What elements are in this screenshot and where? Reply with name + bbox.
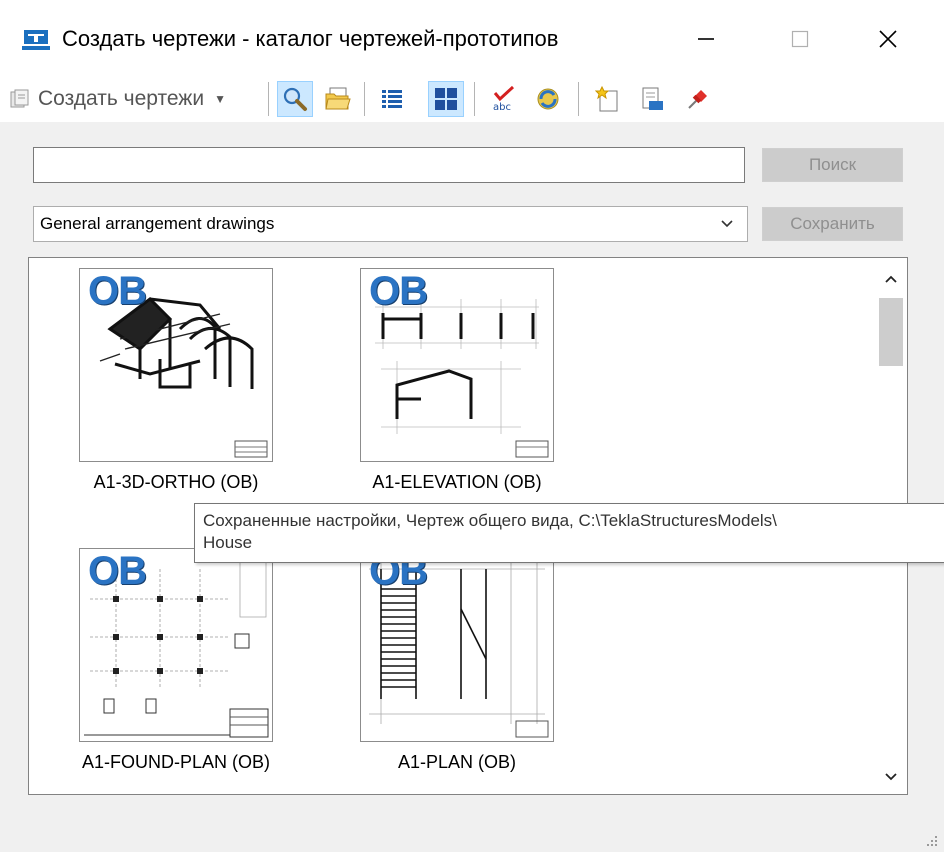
open-folder-button[interactable] — [320, 81, 356, 117]
maximize-icon — [791, 30, 809, 48]
scroll-up-button[interactable] — [875, 268, 907, 292]
close-button[interactable] — [858, 14, 918, 64]
toolbar-separator — [578, 82, 579, 116]
gallery-item-caption: A1-FOUND-PLAN (OB) — [81, 752, 270, 772]
toolbar-separator — [474, 82, 475, 116]
chevron-up-icon — [885, 275, 897, 283]
save-button[interactable]: Сохранить — [762, 207, 903, 241]
close-icon — [879, 30, 897, 48]
chevron-down-icon — [885, 773, 897, 781]
toolbar-separator — [364, 82, 365, 116]
search-input[interactable] — [33, 147, 745, 183]
chevron-down-icon — [721, 220, 733, 228]
create-drawings-label: Создать чертежи — [38, 87, 205, 110]
spellcheck-icon: abc — [493, 85, 515, 113]
refresh-button[interactable] — [530, 81, 566, 117]
tooltip-line: House — [203, 533, 253, 552]
ob-badge: OB — [88, 549, 147, 593]
new-document-button[interactable] — [590, 81, 626, 117]
status-bar — [0, 812, 944, 852]
ob-badge: OB — [88, 269, 147, 313]
thumbnail-view-icon — [435, 88, 457, 110]
create-drawings-dropdown[interactable]: Создать чертежи ▼ — [10, 84, 226, 114]
pin-button[interactable] — [680, 81, 716, 117]
svg-text:abc: abc — [493, 102, 511, 113]
thumbnail-view-button[interactable] — [428, 81, 464, 117]
pin-icon — [688, 90, 707, 109]
toolbar: Создать чертежи ▼ abc — [0, 76, 944, 122]
maximize-button[interactable] — [770, 14, 830, 64]
gallery-item-thumbnail[interactable]: OB — [360, 268, 554, 462]
minimize-button[interactable] — [676, 14, 736, 64]
ob-badge: OB — [369, 269, 428, 313]
tooltip-line: Сохраненные настройки, Чертеж общего вид… — [203, 511, 777, 530]
gallery-item-thumbnail[interactable]: OB — [79, 268, 273, 462]
resize-grip-icon[interactable] — [924, 834, 938, 848]
scroll-down-button[interactable] — [875, 764, 907, 788]
refresh-icon — [537, 88, 559, 110]
gallery-item-caption: A1-PLAN (OB) — [397, 752, 517, 772]
create-drawings-icon — [10, 89, 29, 108]
tekla-drawing-icon — [22, 30, 50, 50]
export-icon — [642, 87, 663, 110]
dropdown-caret-icon: ▼ — [214, 92, 226, 106]
window-title: Создать чертежи - каталог чертежей-прото… — [62, 26, 559, 51]
gallery-item-caption: A1-ELEVATION (OB) — [372, 472, 542, 492]
new-document-icon — [595, 85, 618, 112]
create-drawings-window: Создать чертежи - каталог чертежей-прото… — [0, 0, 944, 852]
gallery-item-thumbnail[interactable]: OB — [360, 548, 554, 742]
list-view-icon — [382, 90, 402, 108]
search-toolbar-button[interactable] — [277, 81, 313, 117]
gallery-item-thumbnail[interactable]: OB — [79, 548, 273, 742]
search-icon — [283, 87, 307, 111]
title-bar: Создать чертежи - каталог чертежей-прото… — [0, 0, 944, 76]
toolbar-separator — [268, 82, 269, 116]
scrollbar-thumb[interactable] — [879, 298, 903, 366]
export-button[interactable] — [634, 81, 670, 117]
gallery-item-caption: A1-3D-ORTHO (OB) — [93, 472, 259, 492]
drawing-type-select[interactable]: General arrangement drawings — [33, 206, 748, 242]
folder-icon — [325, 87, 351, 110]
search-button[interactable]: Поиск — [762, 148, 903, 182]
item-tooltip: Сохраненные настройки, Чертеж общего вид… — [194, 503, 944, 563]
list-view-button[interactable] — [374, 81, 410, 117]
minimize-icon — [698, 38, 714, 40]
spellcheck-button[interactable]: abc — [486, 81, 522, 117]
drawing-type-selected: General arrangement drawings — [40, 214, 275, 233]
